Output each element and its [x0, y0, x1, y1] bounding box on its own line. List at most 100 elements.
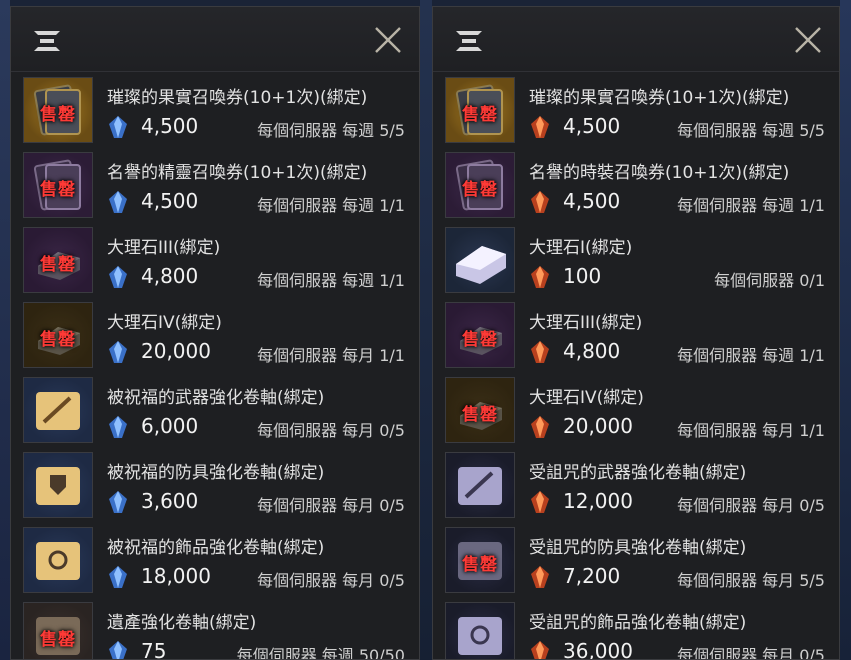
item-name: 受詛咒的防具強化卷軸(綁定) [529, 538, 747, 558]
item-thumbnail[interactable]: 售罄 [23, 302, 93, 368]
background-strip [420, 0, 432, 660]
panel-header [433, 7, 839, 72]
shop-item-row[interactable]: 被祝福的武器強化卷軸(綁定) 6,000 每個伺服器 每月 0/5 [11, 372, 419, 447]
item-name: 璀璨的果實召喚券(10+1次)(綁定) [107, 88, 368, 108]
item-price: 18,000 [141, 564, 211, 588]
item-price: 75 [141, 639, 167, 660]
shop-item-row[interactable]: 被祝福的防具強化卷軸(綁定) 3,600 每個伺服器 每月 0/5 [11, 447, 419, 522]
shop-item-row[interactable]: 售罄 大理石IV(綁定) 20,000 每個伺服器 每月 1/1 [433, 372, 839, 447]
purchase-limit: 每個伺服器 每月 5/5 [677, 571, 825, 590]
purchase-limit: 每個伺服器 每月 1/1 [257, 346, 405, 365]
sold-out-stamp: 售罄 [462, 330, 498, 350]
shop-panel-right: 售罄 璀璨的果實召喚券(10+1次)(綁定) 4,500 每個伺服器 每週 5/5 售罄… [432, 6, 840, 660]
item-thumbnail[interactable]: 售罄 [445, 152, 515, 218]
item-thumbnail[interactable] [445, 227, 515, 293]
close-icon[interactable] [373, 25, 403, 55]
sold-out-stamp: 售罄 [462, 105, 498, 125]
item-name: 大理石III(綁定) [107, 238, 221, 258]
item-thumbnail[interactable] [445, 452, 515, 518]
background-strip [840, 0, 851, 660]
sold-out-stamp: 售罄 [462, 180, 498, 200]
sold-out-stamp: 售罄 [40, 630, 76, 650]
shop-item-row[interactable]: 售罄 大理石III(綁定) 4,800 每個伺服器 每週 1/1 [433, 297, 839, 372]
red-crystal-icon [531, 266, 549, 288]
purchase-limit: 每個伺服器 每月 0/5 [677, 496, 825, 515]
shop-item-row[interactable]: 受詛咒的武器強化卷軸(綁定) 12,000 每個伺服器 每月 0/5 [433, 447, 839, 522]
sold-out-stamp: 售罄 [40, 180, 76, 200]
purchase-limit: 每個伺服器 每週 1/1 [257, 196, 405, 215]
shop-item-row[interactable]: 售罄 名譽的時裝召喚券(10+1次)(綁定) 4,500 每個伺服器 每週 1/1 [433, 147, 839, 222]
blue-crystal-icon [109, 491, 127, 513]
item-price: 20,000 [563, 414, 633, 438]
shop-item-row[interactable]: 售罄 璀璨的果實召喚券(10+1次)(綁定) 4,500 每個伺服器 每週 5/5 [11, 72, 419, 147]
purchase-limit: 每個伺服器 每週 5/5 [257, 121, 405, 140]
shop-item-row[interactable]: 售罄 璀璨的果實召喚券(10+1次)(綁定) 4,500 每個伺服器 每週 5/5 [433, 72, 839, 147]
red-crystal-icon [531, 566, 549, 588]
item-name: 大理石I(綁定) [529, 238, 633, 258]
item-thumbnail[interactable]: 售罄 [445, 377, 515, 443]
background-strip [0, 0, 10, 660]
shop-item-row[interactable]: 被祝福的飾品強化卷軸(綁定) 18,000 每個伺服器 每月 0/5 [11, 522, 419, 597]
red-crystal-icon [531, 491, 549, 513]
menu-icon[interactable] [453, 27, 485, 55]
blue-crystal-icon [109, 191, 127, 213]
item-thumbnail[interactable]: 售罄 [445, 77, 515, 143]
shop-item-row[interactable]: 售罄 遺產強化卷軸(綁定) 75 每個伺服器 每週 50/50 [11, 597, 419, 660]
red-crystal-icon [531, 191, 549, 213]
item-thumbnail[interactable]: 售罄 [23, 227, 93, 293]
item-thumbnail[interactable] [445, 602, 515, 659]
item-price: 7,200 [563, 564, 621, 588]
shop-item-row[interactable]: 售罄 受詛咒的防具強化卷軸(綁定) 7,200 每個伺服器 每月 5/5 [433, 522, 839, 597]
item-thumbnail[interactable] [23, 452, 93, 518]
item-name: 遺產強化卷軸(綁定) [107, 613, 257, 633]
item-name: 受詛咒的飾品強化卷軸(綁定) [529, 613, 747, 633]
item-price: 4,800 [141, 264, 199, 288]
item-thumbnail[interactable] [23, 527, 93, 593]
menu-icon[interactable] [31, 27, 63, 55]
item-thumbnail[interactable]: 售罄 [23, 77, 93, 143]
item-name: 被祝福的武器強化卷軸(綁定) [107, 388, 325, 408]
purchase-limit: 每個伺服器 每月 0/5 [257, 496, 405, 515]
item-thumbnail[interactable] [23, 377, 93, 443]
red-crystal-icon [531, 416, 549, 438]
item-name: 璀璨的果實召喚券(10+1次)(綁定) [529, 88, 790, 108]
item-thumbnail[interactable]: 售罄 [23, 602, 93, 659]
cursed-scroll-accessory-icon [446, 603, 514, 659]
blue-crystal-icon [109, 116, 127, 138]
shop-panel-left: 售罄 璀璨的果實召喚券(10+1次)(綁定) 4,500 每個伺服器 每週 5/5 售罄… [10, 6, 420, 660]
item-name: 被祝福的飾品強化卷軸(綁定) [107, 538, 325, 558]
purchase-limit: 每個伺服器 每月 1/1 [677, 421, 825, 440]
sold-out-stamp: 售罄 [462, 555, 498, 575]
sold-out-stamp: 售罄 [40, 330, 76, 350]
purchase-limit: 每個伺服器 每月 0/5 [677, 646, 825, 660]
close-icon[interactable] [793, 25, 823, 55]
item-price: 3,600 [141, 489, 199, 513]
cursed-scroll-weapon-icon [446, 453, 514, 517]
item-thumbnail[interactable]: 售罄 [445, 527, 515, 593]
item-price: 36,000 [563, 639, 633, 660]
scroll-accessory-icon [24, 528, 92, 592]
sold-out-stamp: 售罄 [40, 255, 76, 275]
shop-item-row[interactable]: 售罄 名譽的精靈召喚券(10+1次)(綁定) 4,500 每個伺服器 每週 1/1 [11, 147, 419, 222]
shop-item-row[interactable]: 售罄 大理石III(綁定) 4,800 每個伺服器 每週 1/1 [11, 222, 419, 297]
blue-crystal-icon [109, 641, 127, 659]
shop-item-row[interactable]: 大理石I(綁定) 100 每個伺服器 0/1 [433, 222, 839, 297]
shop-item-row[interactable]: 售罄 大理石IV(綁定) 20,000 每個伺服器 每月 1/1 [11, 297, 419, 372]
item-thumbnail[interactable]: 售罄 [23, 152, 93, 218]
item-price: 12,000 [563, 489, 633, 513]
item-price: 6,000 [141, 414, 199, 438]
blue-crystal-icon [109, 416, 127, 438]
item-price: 4,500 [141, 114, 199, 138]
blue-crystal-icon [109, 266, 127, 288]
item-name: 被祝福的防具強化卷軸(綁定) [107, 463, 325, 483]
shop-item-row[interactable]: 受詛咒的飾品強化卷軸(綁定) 36,000 每個伺服器 每月 0/5 [433, 597, 839, 660]
red-crystal-icon [531, 116, 549, 138]
scroll-weapon-icon [24, 378, 92, 442]
item-name: 名譽的時裝召喚券(10+1次)(綁定) [529, 163, 790, 183]
panel-header [11, 7, 419, 72]
purchase-limit: 每個伺服器 每週 1/1 [677, 346, 825, 365]
blue-crystal-icon [109, 566, 127, 588]
item-name: 大理石IV(綁定) [107, 313, 222, 333]
blue-crystal-icon [109, 341, 127, 363]
item-thumbnail[interactable]: 售罄 [445, 302, 515, 368]
